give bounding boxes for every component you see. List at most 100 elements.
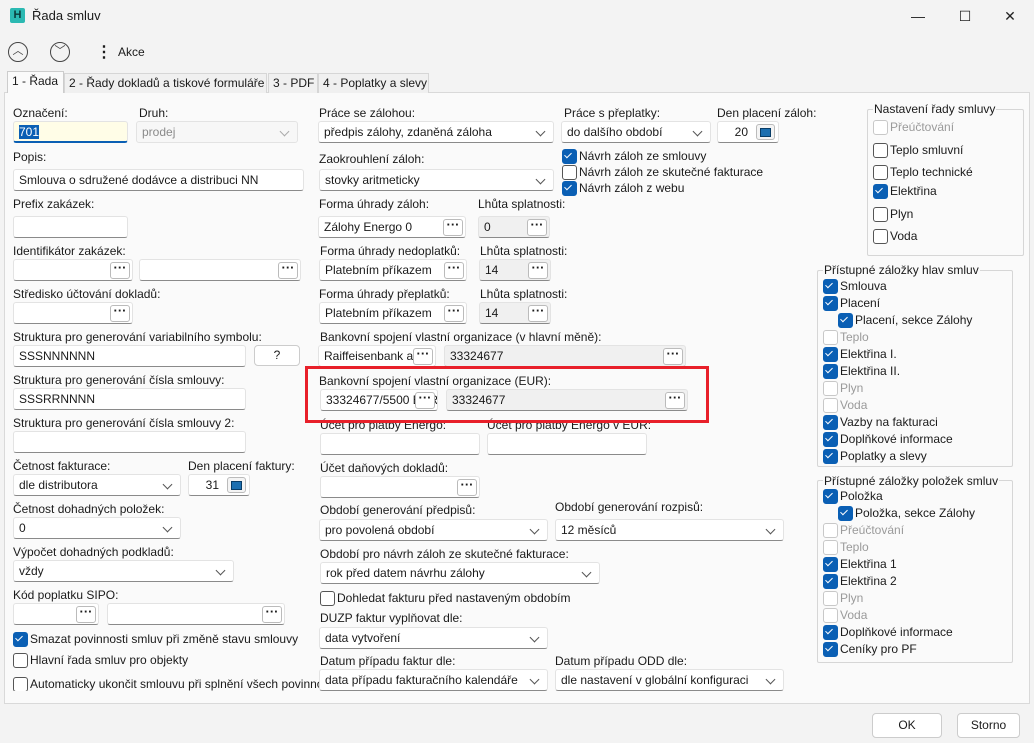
hlavni-rada-checkbox[interactable]: Hlavní řada smluv pro objekty	[13, 653, 188, 668]
den-placeni-faktury-input[interactable]: 31	[188, 474, 250, 496]
navrh-ze-smlouvy-checkbox[interactable]: Návrh záloh ze smlouvy	[562, 149, 706, 164]
option-checkbox[interactable]: Elektřina	[873, 184, 937, 199]
zaokrouhleni-label: Zaokrouhlení záloh:	[319, 152, 425, 166]
tab-rady-dokladu[interactable]: 2 - Řady dokladů a tiskové formuláře	[64, 73, 267, 93]
minimize-button[interactable]: —	[903, 5, 933, 27]
ucet-energo-eur-input[interactable]	[487, 433, 647, 455]
option-checkbox[interactable]: Elektřina 1	[823, 557, 897, 572]
struktura-help-button[interactable]: ?	[254, 345, 300, 366]
forma-zaloh-input[interactable]: Zálohy Energo 0 ···	[318, 216, 466, 238]
browse-button[interactable]: ···	[444, 261, 464, 279]
stredisko-input[interactable]: ···	[13, 302, 133, 324]
druh-label: Druh:	[139, 106, 169, 120]
browse-button[interactable]: ···	[528, 304, 548, 322]
prace-zalohou-select[interactable]: předpis zálohy, zdaněná záloha	[318, 121, 554, 143]
obdobi-rozpisu-select[interactable]: 12 měsíců	[555, 519, 784, 541]
dohledat-fakturu-checkbox[interactable]: Dohledat fakturu před nastaveným obdobím	[320, 591, 570, 606]
identifikator-input-2[interactable]: ···	[139, 259, 301, 281]
option-checkbox[interactable]: Doplňkové informace	[823, 432, 953, 447]
oznaceni-label: Označení:	[13, 106, 68, 120]
cetnost-fakturace-select[interactable]: dle distributora	[13, 474, 181, 496]
cancel-button[interactable]: Storno	[957, 713, 1020, 738]
option-checkbox: Voda	[823, 608, 867, 623]
maximize-button[interactable]: ☐	[950, 5, 980, 27]
browse-button[interactable]: ···	[527, 218, 547, 236]
tab-rada[interactable]: 1 - Řada	[7, 71, 64, 93]
option-checkbox[interactable]: Ceníky pro PF	[823, 642, 917, 657]
oznaceni-input[interactable]: 701	[13, 121, 128, 143]
forma-nedoplatku-input[interactable]: Platebním příkazem ···	[319, 259, 467, 281]
calendar-icon[interactable]	[227, 477, 246, 493]
option-checkbox[interactable]: Vazby na fakturaci	[823, 415, 938, 430]
lhuta-nedoplatku-input[interactable]: 14 ···	[479, 259, 551, 281]
browse-button[interactable]: ···	[528, 261, 548, 279]
forma-preplatku-input[interactable]: Platebním příkazem ···	[319, 302, 467, 324]
automaticky-ukoncit-checkbox[interactable]: Automaticky ukončit smlouvu při splnění …	[13, 677, 319, 691]
option-checkbox[interactable]: Položka, sekce Zálohy	[838, 506, 975, 521]
den-placeni-faktury-value: 31	[205, 478, 219, 492]
navrh-ze-fakturace-checkbox[interactable]: Návrh záloh ze skutečné fakturace	[562, 165, 763, 180]
option-checkbox[interactable]: Elektřina 2	[823, 574, 897, 589]
option-checkbox[interactable]: Placení, sekce Zálohy	[838, 313, 972, 328]
browse-button[interactable]: ···	[110, 261, 130, 279]
struktura-cs2-input[interactable]	[13, 431, 246, 453]
identifikator-input-1[interactable]: ···	[13, 259, 133, 281]
popis-input[interactable]: Smlouva o sdružené dodávce a distribuci …	[13, 169, 304, 191]
ok-button[interactable]: OK	[872, 713, 942, 738]
option-checkbox: Přeúčtování	[823, 523, 904, 538]
lhuta-zaloh-input[interactable]: 0 ···	[478, 216, 550, 238]
browse-button[interactable]: ···	[262, 605, 282, 623]
actions-menu[interactable]: Akce	[118, 45, 145, 59]
browse-button[interactable]: ···	[278, 261, 298, 279]
struktura-vs-input[interactable]: SSSNNNNNN	[13, 345, 246, 367]
option-checkbox[interactable]: Elektřina I.	[823, 347, 897, 362]
cetnost-dohadnych-select[interactable]: 0	[13, 517, 181, 539]
bank-main-input[interactable]: Raiffeisenbank a.s. ···	[318, 345, 436, 367]
browse-button[interactable]: ···	[457, 478, 477, 496]
option-checkbox[interactable]: Teplo technické	[873, 165, 973, 180]
obdobi-navrh-select[interactable]: rok před datem návrhu zálohy	[320, 562, 600, 584]
zaokrouhleni-select[interactable]: stovky aritmeticky	[319, 169, 554, 191]
ucet-danovych-input[interactable]: ···	[320, 476, 480, 498]
browse-button[interactable]: ···	[663, 347, 683, 365]
browse-button[interactable]: ···	[413, 347, 433, 365]
option-checkbox[interactable]: Placení	[823, 296, 880, 311]
option-checkbox[interactable]: Plyn	[873, 207, 913, 222]
option-checkbox[interactable]: Smlouva	[823, 279, 887, 294]
datum-odd-select[interactable]: dle nastavení v globální konfiguraci	[555, 669, 784, 691]
ucet-energo-input[interactable]	[320, 433, 480, 455]
tab-poplatky[interactable]: 4 - Poplatky a slevy	[318, 73, 429, 93]
struktura-cs-input[interactable]: SSSRRNNNN	[13, 388, 246, 410]
option-checkbox[interactable]: Elektřina II.	[823, 364, 900, 379]
option-checkbox[interactable]: Položka	[823, 489, 883, 504]
kod-sipo-input-1[interactable]: ···	[13, 603, 99, 625]
browse-button[interactable]: ···	[443, 218, 463, 236]
close-button[interactable]: ✕	[995, 5, 1025, 27]
kod-sipo-input-2[interactable]: ···	[107, 603, 285, 625]
vypocet-dohadnych-select[interactable]: vždy	[13, 560, 234, 582]
calendar-icon[interactable]	[756, 124, 775, 140]
browse-button[interactable]: ···	[110, 304, 130, 322]
obdobi-predpisu-select[interactable]: pro povolená období	[319, 519, 548, 541]
forma-zaloh-value: Zálohy Energo 0	[324, 220, 413, 234]
option-checkbox[interactable]: Poplatky a slevy	[823, 449, 927, 464]
menu-dots-icon[interactable]: ⋮	[96, 42, 112, 62]
option-checkbox[interactable]: Doplňkové informace	[823, 625, 953, 640]
browse-button[interactable]: ···	[76, 605, 96, 623]
datum-faktur-select[interactable]: data případu fakturačního kalendáře	[319, 669, 548, 691]
den-placeni-zaloh-input[interactable]: 20	[717, 121, 779, 143]
druh-select[interactable]: prodej	[136, 121, 298, 143]
lhuta-preplatku-input[interactable]: 14 ···	[479, 302, 551, 324]
option-checkbox[interactable]: Teplo smluvní	[873, 143, 963, 158]
smazat-povinnosti-checkbox[interactable]: Smazat povinnosti smluv při změně stavu …	[13, 632, 298, 647]
option-checkbox[interactable]: Voda	[873, 229, 917, 244]
tab-pdf[interactable]: 3 - PDF	[268, 73, 318, 93]
navrh-z-webu-checkbox[interactable]: Návrh záloh z webu	[562, 181, 684, 196]
previous-record-button[interactable]: ︿	[8, 42, 28, 62]
prefix-input[interactable]	[13, 216, 128, 238]
duzp-select[interactable]: data vytvoření	[319, 627, 548, 649]
bank-main-account-input[interactable]: 33324677 ···	[444, 345, 686, 367]
next-record-button[interactable]: ﹀	[50, 42, 70, 62]
prace-preplatky-select[interactable]: do dalšího období	[561, 121, 711, 143]
browse-button[interactable]: ···	[444, 304, 464, 322]
